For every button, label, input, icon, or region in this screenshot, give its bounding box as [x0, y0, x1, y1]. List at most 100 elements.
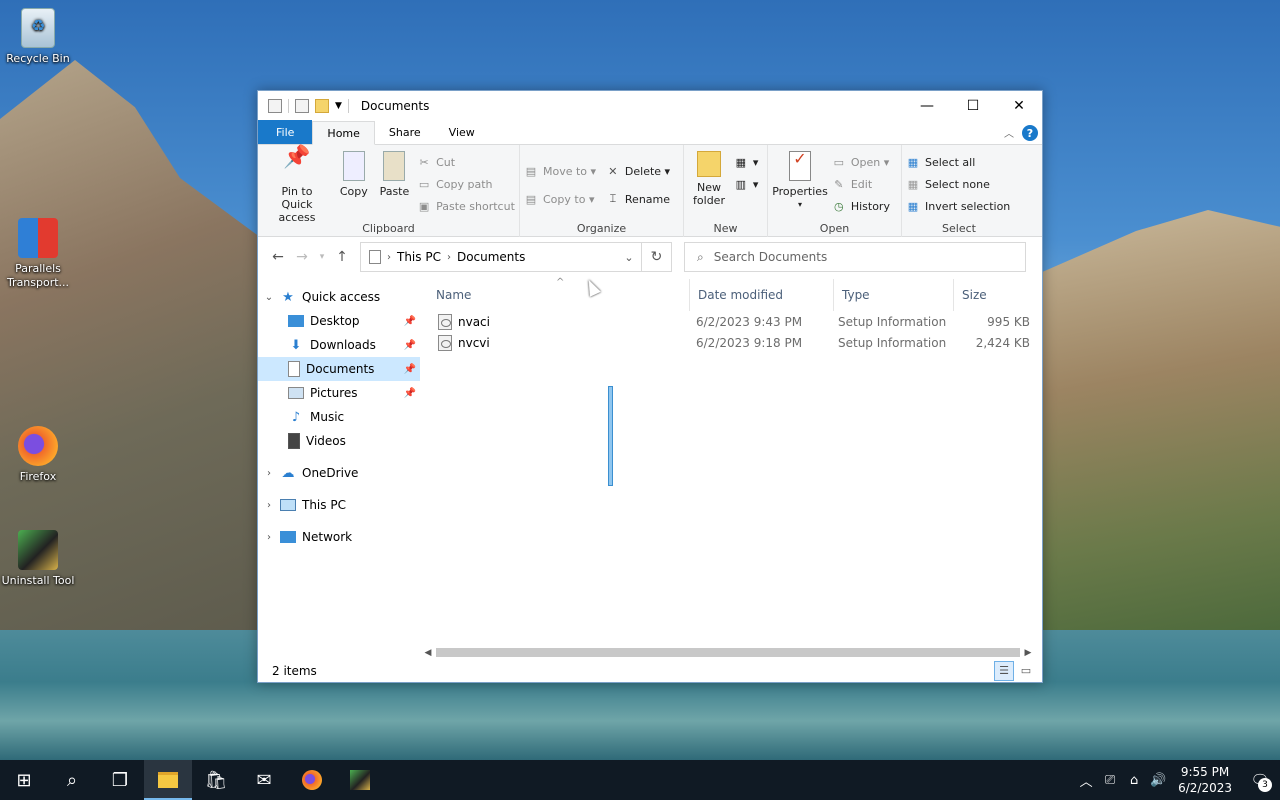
pin-icon[interactable]: 📌: [404, 388, 416, 399]
address-dropdown-icon[interactable]: ⌄: [617, 251, 641, 264]
clock[interactable]: 9:55 PM 6/2/2023: [1170, 764, 1240, 796]
new-item-button[interactable]: ▦ ▾: [734, 151, 759, 173]
nav-pictures[interactable]: Pictures 📌: [258, 381, 420, 405]
nav-documents[interactable]: Documents 📌: [258, 357, 420, 381]
rename-button[interactable]: ⌶ Rename: [606, 185, 670, 213]
column-header-date-modified[interactable]: Date modified: [690, 279, 834, 311]
pin-icon[interactable]: 📌: [404, 316, 416, 327]
collapsed-chevron-icon[interactable]: ›: [258, 500, 280, 511]
invert-selection-button[interactable]: ▦ Invert selection: [906, 195, 1010, 217]
tab-file[interactable]: File: [258, 120, 313, 144]
forward-arrow-icon[interactable]: →: [290, 249, 314, 265]
nav-network[interactable]: › Network: [258, 525, 420, 549]
desktop-icon-firefox[interactable]: Firefox: [0, 426, 76, 484]
paste-label: Paste: [379, 185, 410, 198]
collapsed-chevron-icon[interactable]: ›: [258, 532, 280, 543]
paste-shortcut-button[interactable]: ▣ Paste shortcut: [417, 195, 515, 217]
network-tray-icon[interactable]: ⌂: [1122, 773, 1146, 788]
copy-path-button[interactable]: ▭ Copy path: [417, 173, 515, 195]
scroll-left-icon[interactable]: ◀: [420, 648, 436, 658]
rename-label: Rename: [624, 192, 671, 206]
open-button[interactable]: ▭ Open ▾: [832, 151, 890, 173]
column-header-type[interactable]: Type: [834, 279, 954, 311]
checkmark-quick-icon[interactable]: [295, 99, 309, 113]
show-hidden-icons-icon[interactable]: ︿: [1074, 771, 1098, 790]
large-icons-view-icon[interactable]: ▭: [1016, 661, 1036, 681]
nav-onedrive[interactable]: › ☁ OneDrive: [258, 461, 420, 485]
file-row[interactable]: nvaci 6/2/2023 9:43 PM Setup Information…: [428, 311, 1042, 332]
properties-button[interactable]: ✓ Properties ▾: [772, 149, 828, 213]
task-view-button[interactable]: ❐: [96, 760, 144, 800]
scroll-right-icon[interactable]: ▶: [1020, 648, 1036, 658]
pin-to-quick-access-button[interactable]: 📌 Pin to Quick access: [262, 147, 332, 226]
file-size: 995 KB: [987, 314, 1030, 329]
collapsed-chevron-icon[interactable]: ›: [258, 468, 280, 479]
folder-quick-icon[interactable]: [315, 99, 329, 113]
start-button[interactable]: ⊞: [0, 760, 48, 800]
nav-this-pc[interactable]: › This PC: [258, 493, 420, 517]
select-none-button[interactable]: ▦ Select none: [906, 173, 1010, 195]
scrollbar-thumb[interactable]: [436, 648, 1020, 657]
breadcrumb-this-pc[interactable]: This PC: [397, 250, 441, 264]
taskbar-firefox[interactable]: [288, 760, 336, 800]
nav-videos[interactable]: Videos: [258, 429, 420, 453]
nav-downloads[interactable]: ⬇ Downloads 📌: [258, 333, 420, 357]
paste-button[interactable]: Paste: [376, 149, 414, 200]
taskbar-file-explorer[interactable]: [144, 760, 192, 800]
taskbar-uninstall-tool[interactable]: [336, 760, 384, 800]
collapse-ribbon-icon[interactable]: ︿: [1004, 125, 1014, 140]
maximize-button[interactable]: ☐: [950, 91, 996, 121]
delete-button[interactable]: ✕ Delete ▾: [606, 157, 670, 185]
tab-home[interactable]: Home: [312, 121, 375, 145]
refresh-icon[interactable]: ↻: [642, 242, 672, 272]
minimize-button[interactable]: —: [904, 91, 950, 121]
nav-quick-access[interactable]: ⌄ ★ Quick access: [258, 285, 420, 309]
expanded-chevron-icon[interactable]: ⌄: [258, 292, 280, 303]
address-bar[interactable]: › This PC › Documents ⌄: [360, 242, 642, 272]
desktop-icon-label: Uninstall Tool: [1, 574, 75, 587]
pin-icon[interactable]: 📌: [404, 364, 416, 375]
help-icon[interactable]: ?: [1022, 125, 1038, 141]
action-center-button[interactable]: 🗨 3: [1240, 760, 1280, 800]
taskbar-microsoft-store[interactable]: 🛍: [192, 760, 240, 800]
nav-label: Network: [302, 530, 353, 544]
column-header-size[interactable]: Size: [954, 279, 1034, 311]
edit-label: Edit: [850, 177, 873, 191]
title-bar[interactable]: ▼ Documents — ☐ ✕: [258, 91, 1042, 121]
edit-button[interactable]: ✎ Edit: [832, 173, 890, 195]
desktop-icon-parallels[interactable]: Parallels Transport...: [0, 218, 76, 290]
easy-access-button[interactable]: ▥ ▾: [734, 173, 759, 195]
details-view-icon[interactable]: ☰: [994, 660, 1014, 681]
new-group: New folder ▦ ▾ ▥ ▾ New: [684, 145, 768, 237]
taskbar-mail[interactable]: ✉: [240, 760, 288, 800]
close-button[interactable]: ✕: [996, 91, 1042, 121]
move-to-button[interactable]: ▤ Move to ▾: [524, 157, 596, 185]
breadcrumb-documents[interactable]: Documents: [457, 250, 525, 264]
recent-locations-icon[interactable]: ▾: [314, 252, 330, 262]
pin-icon[interactable]: 📌: [404, 340, 416, 351]
file-row[interactable]: nvcvi 6/2/2023 9:18 PM Setup Information…: [428, 332, 1042, 353]
select-all-button[interactable]: ▦ Select all: [906, 151, 1010, 173]
volume-icon[interactable]: 🔊: [1146, 773, 1170, 788]
search-button[interactable]: ⌕: [48, 760, 96, 800]
select-group: ▦ Select all ▦ Select none ▦ Invert selecti…: [902, 145, 1016, 237]
nav-music[interactable]: ♪ Music: [258, 405, 420, 429]
desktop-icon-recycle-bin[interactable]: ♻ Recycle Bin: [0, 8, 76, 66]
desktop-icon-uninstall-tool[interactable]: Uninstall Tool: [0, 530, 76, 588]
tab-view[interactable]: View: [435, 120, 489, 144]
quick-access-dropdown-icon[interactable]: ▼: [335, 101, 342, 111]
nav-desktop[interactable]: Desktop 📌: [258, 309, 420, 333]
new-folder-button[interactable]: New folder: [688, 149, 730, 209]
copy-button[interactable]: Copy: [336, 149, 372, 200]
tab-share[interactable]: Share: [375, 120, 435, 144]
back-arrow-icon[interactable]: ←: [266, 249, 290, 265]
copy-to-button[interactable]: ▤ Copy to ▾: [524, 185, 596, 213]
search-input[interactable]: ⌕ Search Documents: [684, 242, 1026, 272]
history-button[interactable]: ◷ History: [832, 195, 890, 217]
parallels-tray-icon[interactable]: ⎚: [1098, 773, 1122, 788]
properties-quick-icon[interactable]: [268, 99, 282, 113]
cut-button[interactable]: ✂ Cut: [417, 151, 515, 173]
delete-x-icon: ✕: [608, 164, 618, 178]
properties-dropdown-icon[interactable]: ▾: [798, 198, 802, 211]
up-arrow-icon[interactable]: ↑: [330, 249, 354, 265]
